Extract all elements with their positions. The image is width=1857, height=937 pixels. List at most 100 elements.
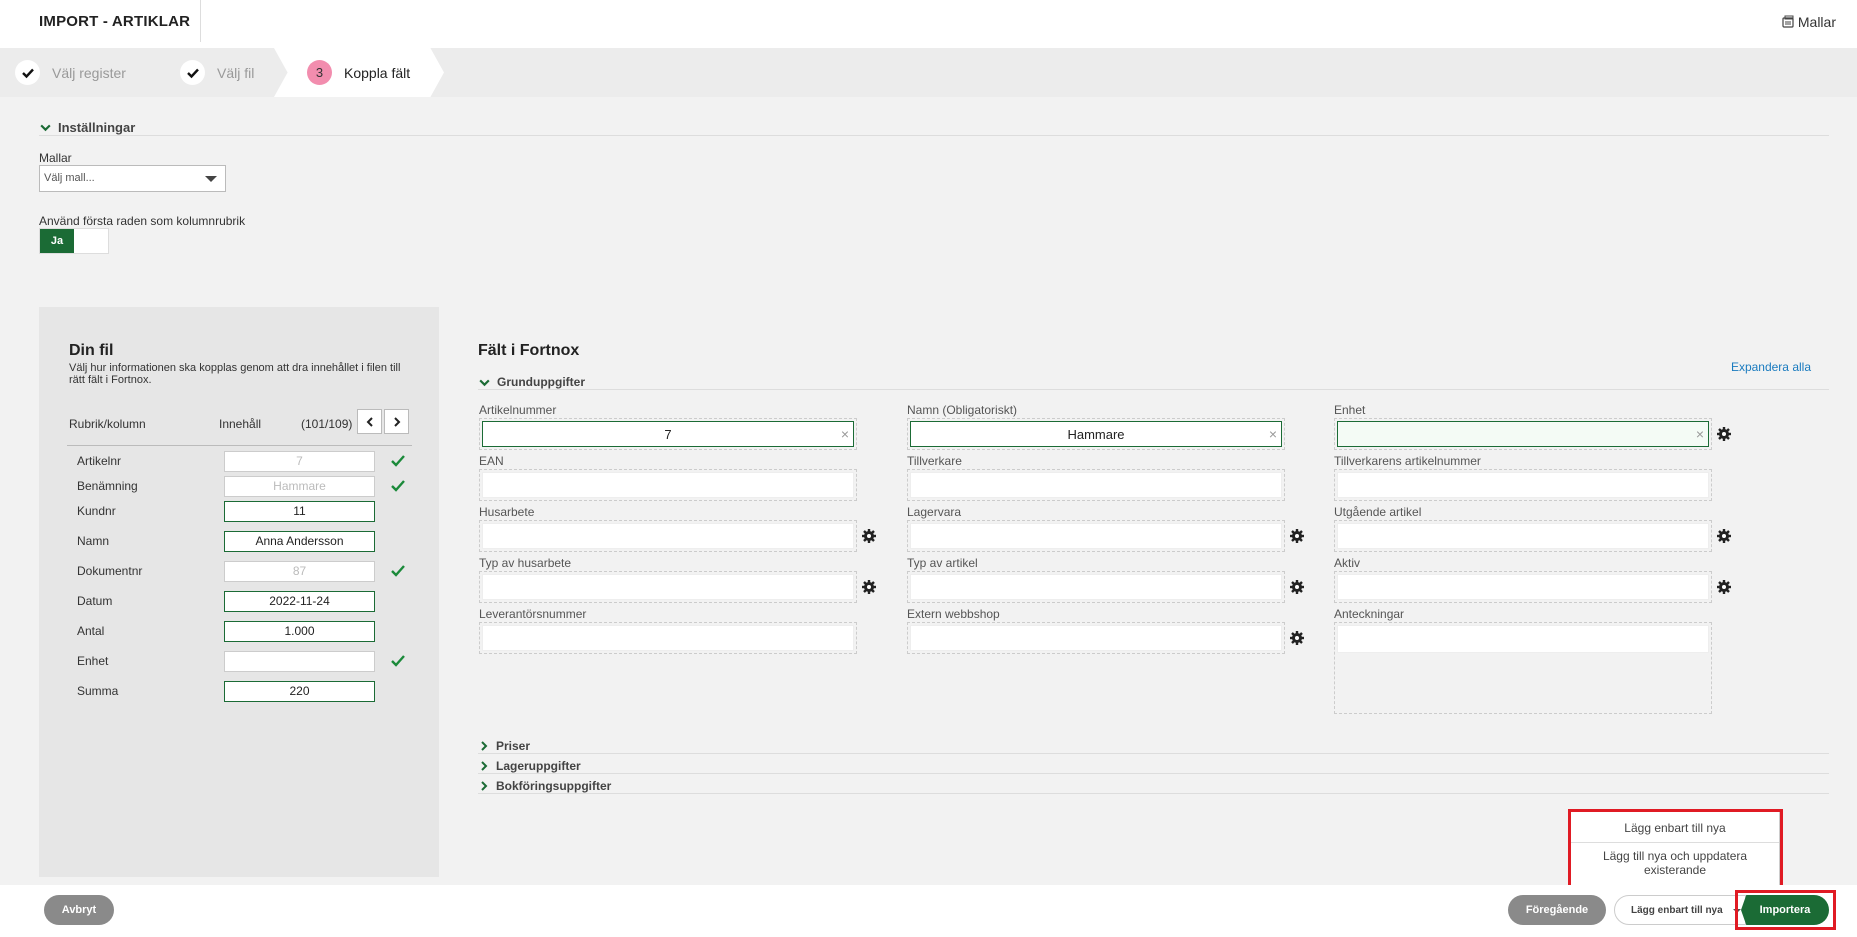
step-number-badge: 3: [307, 60, 332, 85]
column-header-name: Rubrik/kolumn: [69, 417, 146, 431]
typ-av-husarbete-dropzone[interactable]: [479, 571, 857, 603]
file-column-name: Summa: [77, 684, 119, 698]
first-row-header-toggle[interactable]: Ja: [39, 228, 109, 254]
section-label: Priser: [496, 739, 531, 753]
file-column-value[interactable]: 2022-11-24: [224, 591, 375, 612]
divider: [1571, 842, 1779, 843]
chevron-right-icon: [481, 761, 488, 771]
tillverkarens-artikelnummer-dropzone[interactable]: [1334, 469, 1712, 501]
import-mode-value: Lägg enbart till nya: [1631, 904, 1723, 916]
gear-icon[interactable]: [861, 579, 877, 595]
gear-icon[interactable]: [1289, 528, 1305, 544]
file-column-value[interactable]: 87: [224, 561, 375, 582]
clear-icon[interactable]: ×: [841, 426, 849, 442]
chevron-left-icon: [366, 416, 373, 427]
gear-icon[interactable]: [861, 528, 877, 544]
your-file-panel: Din fil Välj hur informationen ska koppl…: [39, 307, 439, 877]
ean-dropzone[interactable]: [479, 469, 857, 501]
file-column-name: Artikelnr: [77, 454, 122, 468]
check-icon: [15, 60, 40, 85]
step-label: Välj register: [52, 64, 126, 81]
field-label: Namn (Obligatoriskt): [907, 403, 1018, 417]
file-column-value[interactable]: 7: [224, 451, 375, 472]
field-value: Hammare: [1067, 426, 1125, 442]
settings-title: Inställningar: [58, 120, 136, 135]
leverantorsnummer-dropzone[interactable]: [479, 622, 857, 654]
templates-link[interactable]: Mallar: [1781, 14, 1836, 30]
tillverkare-dropzone[interactable]: [907, 469, 1285, 501]
section-prices[interactable]: Priser: [478, 739, 530, 753]
clear-icon[interactable]: ×: [1696, 426, 1704, 442]
fortnox-fields-title: Fält i Fortnox: [478, 342, 580, 359]
pager-count: (101/109): [301, 417, 353, 431]
file-column-name: Dokumentnr: [77, 564, 143, 578]
file-column-value[interactable]: [224, 651, 375, 672]
artikelnummer-dropzone[interactable]: 7 ×: [479, 418, 857, 450]
divider: [67, 445, 412, 446]
utgaende-artikel-dropzone[interactable]: [1334, 520, 1712, 552]
field-label: Utgående artikel: [1334, 505, 1422, 519]
file-column-value[interactable]: 1.000: [224, 621, 375, 642]
field-label: Lagervara: [907, 505, 962, 519]
file-column-name: Kundnr: [77, 504, 116, 518]
file-column-value[interactable]: 11: [224, 501, 375, 522]
expand-all-link[interactable]: Expandera alla: [1731, 360, 1811, 374]
import-mode-select[interactable]: Lägg enbart till nya: [1614, 895, 1746, 925]
section-accounting[interactable]: Bokföringsuppgifter: [478, 779, 611, 793]
divider: [478, 753, 1829, 754]
file-column-name: Antal: [77, 624, 105, 638]
step-select-register[interactable]: Välj register: [15, 48, 126, 97]
menu-item-add-new-only[interactable]: Lägg enbart till nya: [1571, 821, 1779, 835]
clear-icon[interactable]: ×: [1269, 426, 1277, 442]
gear-icon[interactable]: [1289, 579, 1305, 595]
menu-item-add-and-update[interactable]: Lägg till nya och uppdatera existerande: [1571, 849, 1779, 877]
file-column-name: Benämning: [77, 479, 138, 493]
import-button[interactable]: Importera: [1741, 895, 1829, 925]
step-label: Koppla fält: [344, 64, 411, 81]
field-label: EAN: [479, 454, 504, 468]
column-header-content: Innehåll: [219, 417, 262, 431]
previous-row-button[interactable]: [357, 409, 382, 434]
aktiv-dropzone[interactable]: [1334, 571, 1712, 603]
template-select[interactable]: Välj mall...: [39, 165, 226, 192]
divider: [478, 793, 1829, 794]
file-column-value[interactable]: 220: [224, 681, 375, 702]
husarbete-dropzone[interactable]: [479, 520, 857, 552]
caret-down-icon: [205, 176, 217, 182]
anteckningar-dropzone[interactable]: [1334, 622, 1712, 714]
next-row-button[interactable]: [384, 409, 409, 434]
section-basic-info[interactable]: Grunduppgifter: [478, 375, 585, 389]
wizard-stepper: Välj register Välj fil 3 Koppla fält: [0, 48, 1857, 97]
previous-button[interactable]: Föregående: [1508, 895, 1606, 925]
import-mode-menu: Lägg enbart till nya Lägg till nya och u…: [1570, 811, 1780, 891]
section-label: Lageruppgifter: [496, 759, 581, 773]
first-row-header-label: Använd första raden som kolumnrubrik: [39, 214, 246, 228]
section-label: Grunduppgifter: [497, 375, 585, 389]
gear-icon[interactable]: [1289, 630, 1305, 646]
gear-icon[interactable]: [1716, 426, 1732, 442]
file-column-value[interactable]: Anna Andersson: [224, 531, 375, 552]
chevron-down-icon: [479, 379, 490, 386]
lagervara-dropzone[interactable]: [907, 520, 1285, 552]
templates-link-label: Mallar: [1797, 14, 1836, 30]
file-column-row: Namn Anna Andersson: [77, 531, 417, 553]
mapped-check-icon: [391, 565, 405, 577]
cancel-button[interactable]: Avbryt: [44, 895, 114, 925]
field-label: Artikelnummer: [479, 403, 557, 417]
gear-icon[interactable]: [1716, 528, 1732, 544]
file-column-value[interactable]: Hammare: [224, 476, 375, 497]
settings-toggle[interactable]: Inställningar: [39, 120, 135, 135]
section-inventory[interactable]: Lageruppgifter: [478, 759, 581, 773]
extern-webbshop-dropzone[interactable]: [907, 622, 1285, 654]
chevron-right-icon: [481, 781, 488, 791]
field-label: Typ av husarbete: [479, 556, 572, 570]
field-label: Leverantörsnummer: [479, 607, 587, 621]
enhet-dropzone[interactable]: ×: [1334, 418, 1712, 450]
gear-icon[interactable]: [1716, 579, 1732, 595]
typ-av-artikel-dropzone[interactable]: [907, 571, 1285, 603]
page-title: IMPORT - ARTIKLAR: [39, 13, 191, 30]
check-icon: [180, 60, 205, 85]
namn-dropzone[interactable]: Hammare ×: [907, 418, 1285, 450]
step-select-file[interactable]: Välj fil: [180, 48, 254, 97]
step-map-fields[interactable]: 3 Koppla fält: [307, 48, 410, 97]
